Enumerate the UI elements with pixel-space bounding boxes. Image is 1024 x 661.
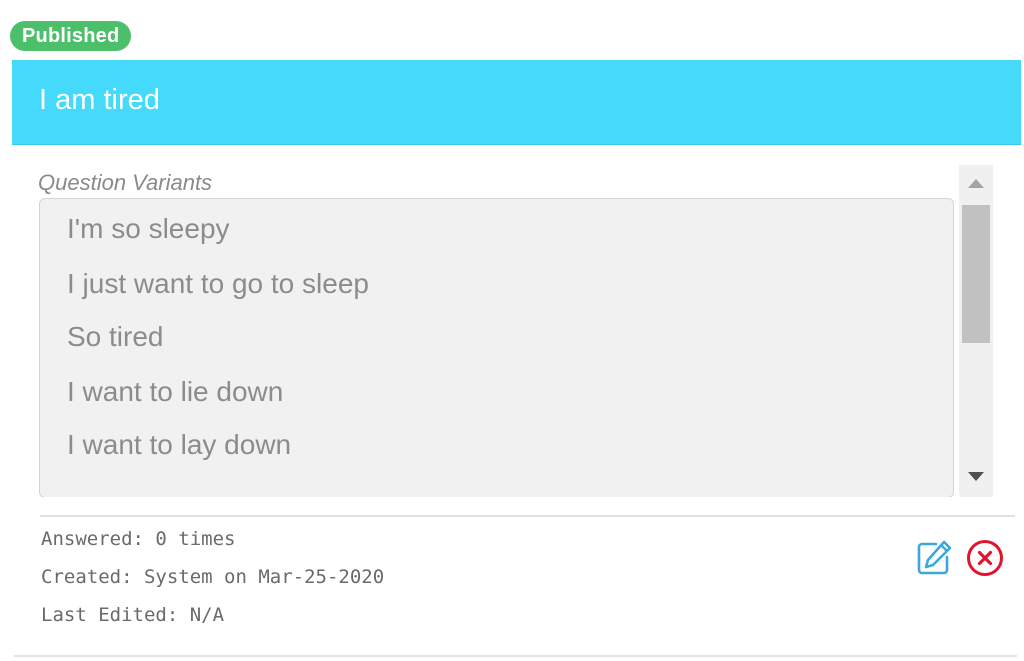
answered-count: Answered: 0 times: [41, 528, 236, 550]
scroll-down-arrow-icon[interactable]: [968, 472, 984, 481]
variants-scroll-area[interactable]: Question Variants I'm so sleepy I just w…: [12, 165, 994, 497]
edit-button[interactable]: [914, 538, 954, 578]
created-info: Created: System on Mar-25-2020: [41, 566, 385, 588]
variants-scrollbar[interactable]: [959, 165, 993, 497]
variants-list: I'm so sleepy I just want to go to sleep…: [39, 198, 954, 497]
scroll-up-arrow-icon[interactable]: [968, 179, 984, 188]
delete-icon: [967, 540, 1003, 576]
card-header: I am tired: [12, 60, 1021, 145]
variants-label: Question Variants: [38, 170, 213, 195]
variant-item: I want to lay down: [67, 429, 292, 460]
card-body: Question Variants I'm so sleepy I just w…: [12, 145, 1021, 661]
section-divider: [40, 515, 1015, 517]
status-badge: Published: [10, 21, 132, 51]
variant-item: I'm so sleepy: [67, 213, 230, 244]
variant-item: I just want to go to sleep: [67, 268, 369, 299]
scroll-thumb[interactable]: [962, 205, 990, 343]
card-title: I am tired: [39, 84, 160, 116]
variant-item: So tired: [67, 321, 164, 352]
question-card-page: Published I am tired Question Variants I…: [0, 0, 1024, 661]
card-bottom-divider: [14, 655, 1017, 657]
variant-item: I want to lie down: [67, 376, 284, 407]
delete-button[interactable]: [965, 538, 1005, 578]
last-edited-info: Last Edited: N/A: [41, 604, 225, 626]
edit-icon: [917, 540, 952, 575]
